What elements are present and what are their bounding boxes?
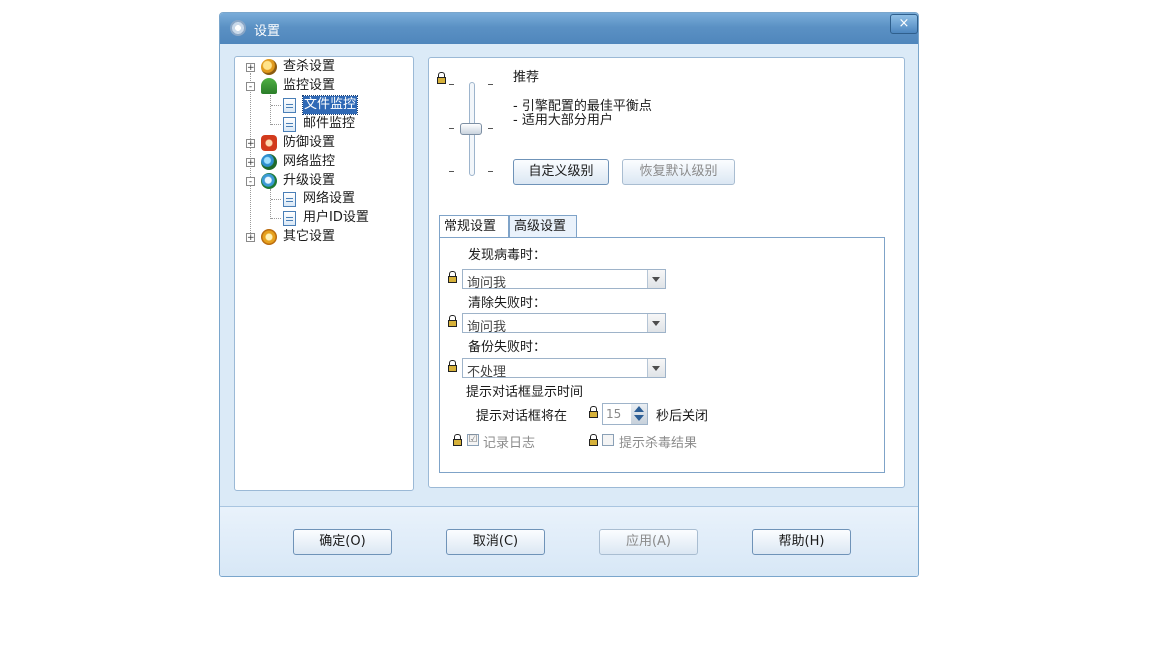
cancel-button[interactable]: 取消(C) xyxy=(446,529,545,555)
slider-tick xyxy=(488,171,493,172)
backup-failed-action-select[interactable]: 不处理 xyxy=(462,358,666,380)
dialog-time-label: 提示对话框显示时间 xyxy=(466,385,584,400)
title-bar: 设置 × xyxy=(220,13,918,44)
slider-tick xyxy=(488,84,493,85)
document-icon xyxy=(283,211,296,226)
expand-icon[interactable]: + xyxy=(246,63,255,73)
tree-line xyxy=(271,199,281,200)
lock-icon[interactable] xyxy=(448,315,457,327)
security-level-slider-thumb[interactable] xyxy=(460,123,482,135)
log-checkbox[interactable]: ☑ xyxy=(467,434,479,446)
general-settings-tab-body: 发现病毒时： 询问我 清除失败时： 询问我 备份失败时： 不处理 提示对话框显示… xyxy=(439,237,885,473)
tab-general-settings[interactable]: 常规设置 xyxy=(439,215,509,238)
magnifier-icon xyxy=(261,59,277,75)
level-name: 推荐 xyxy=(513,70,540,85)
document-icon xyxy=(283,117,296,132)
dialog-button-bar: 确定(O) 取消(C) 应用(A) 帮助(H) xyxy=(220,507,918,576)
chevron-down-icon[interactable] xyxy=(647,359,665,377)
tree-item-scan-settings[interactable]: + 查杀设置 xyxy=(245,58,405,76)
slider-tick xyxy=(449,84,454,85)
ok-button[interactable]: 确定(O) xyxy=(293,529,392,555)
restore-default-level-button[interactable]: 恢复默认级别 xyxy=(622,159,735,185)
document-icon xyxy=(283,192,296,207)
gear-icon xyxy=(261,229,277,245)
collapse-icon[interactable]: - xyxy=(246,177,255,187)
lock-icon[interactable] xyxy=(448,271,457,283)
app-icon xyxy=(230,20,246,36)
virus-found-action-select[interactable]: 询问我 xyxy=(462,269,666,291)
chevron-down-icon[interactable] xyxy=(647,270,665,288)
clean-failed-label: 清除失败时： xyxy=(468,296,547,311)
globe-icon xyxy=(261,154,277,170)
window-title: 设置 xyxy=(254,24,281,39)
tree-item-mail-monitor[interactable]: 邮件监控 xyxy=(265,115,405,133)
lock-icon[interactable] xyxy=(448,360,457,372)
tree-line xyxy=(271,105,281,106)
lock-icon[interactable] xyxy=(453,434,462,446)
shield-hand-icon xyxy=(261,135,277,151)
slider-tick xyxy=(449,171,454,172)
collapse-icon[interactable]: - xyxy=(246,82,255,92)
custom-level-button[interactable]: 自定义级别 xyxy=(513,159,609,185)
backup-failed-label: 备份失败时： xyxy=(468,340,547,355)
level-description-2: - 适用大部分用户 xyxy=(513,113,613,128)
tree-item-network-monitor[interactable]: + 网络监控 xyxy=(245,153,405,171)
slider-tick xyxy=(488,128,493,129)
expand-icon[interactable]: + xyxy=(246,233,255,243)
tree-item-network-settings[interactable]: 网络设置 xyxy=(265,190,405,208)
spin-up-icon[interactable] xyxy=(634,406,644,412)
help-button[interactable]: 帮助(H) xyxy=(752,529,851,555)
document-icon xyxy=(283,98,296,113)
tree-item-defense-settings[interactable]: + 防御设置 xyxy=(245,134,405,152)
tree-item-file-monitor[interactable]: 文件监控 xyxy=(265,95,405,115)
tab-advanced-settings[interactable]: 高级设置 xyxy=(509,215,577,237)
show-result-checkbox[interactable] xyxy=(602,434,614,446)
lock-icon[interactable] xyxy=(437,72,446,84)
tree-line xyxy=(271,218,281,219)
expand-icon[interactable]: + xyxy=(246,158,255,168)
lock-icon[interactable] xyxy=(589,406,598,418)
slider-tick xyxy=(449,128,454,129)
tree-item-update-settings[interactable]: - 升级设置 xyxy=(245,172,405,190)
chevron-down-icon[interactable] xyxy=(647,314,665,332)
expand-icon[interactable]: + xyxy=(246,139,255,149)
dialog-seconds-stepper[interactable]: 15 xyxy=(602,403,648,425)
clean-failed-action-select[interactable]: 询问我 xyxy=(462,313,666,335)
tree-item-monitor-settings[interactable]: - 监控设置 xyxy=(245,77,405,95)
show-result-label: 提示杀毒结果 xyxy=(619,436,698,451)
tree-item-other-settings[interactable]: + 其它设置 xyxy=(245,228,405,246)
apply-button[interactable]: 应用(A) xyxy=(599,529,698,555)
tree-line xyxy=(271,124,281,125)
update-globe-icon xyxy=(261,173,277,189)
umbrella-icon xyxy=(261,78,277,94)
spin-down-icon[interactable] xyxy=(634,415,644,421)
tree-item-user-id-settings[interactable]: 用户ID设置 xyxy=(265,209,405,227)
lock-icon[interactable] xyxy=(589,434,598,446)
log-label: 记录日志 xyxy=(483,436,536,451)
settings-tree: + 查杀设置 - 监控设置 文件监控 邮件监控 + 防御设置 + 网络监控 - … xyxy=(234,56,414,491)
close-button[interactable]: × xyxy=(890,14,918,34)
dialog-prefix-label: 提示对话框将在 xyxy=(476,409,568,424)
settings-window: 设置 × + 查杀设置 - 监控设置 文件监控 邮件监控 + 防御设置 + 网络… xyxy=(219,12,919,577)
settings-content-panel: 推荐 - 引擎配置的最佳平衡点 - 适用大部分用户 自定义级别 恢复默认级别 常… xyxy=(428,57,905,488)
dialog-suffix-label: 秒后关闭 xyxy=(656,409,709,424)
virus-found-label: 发现病毒时： xyxy=(468,248,547,263)
